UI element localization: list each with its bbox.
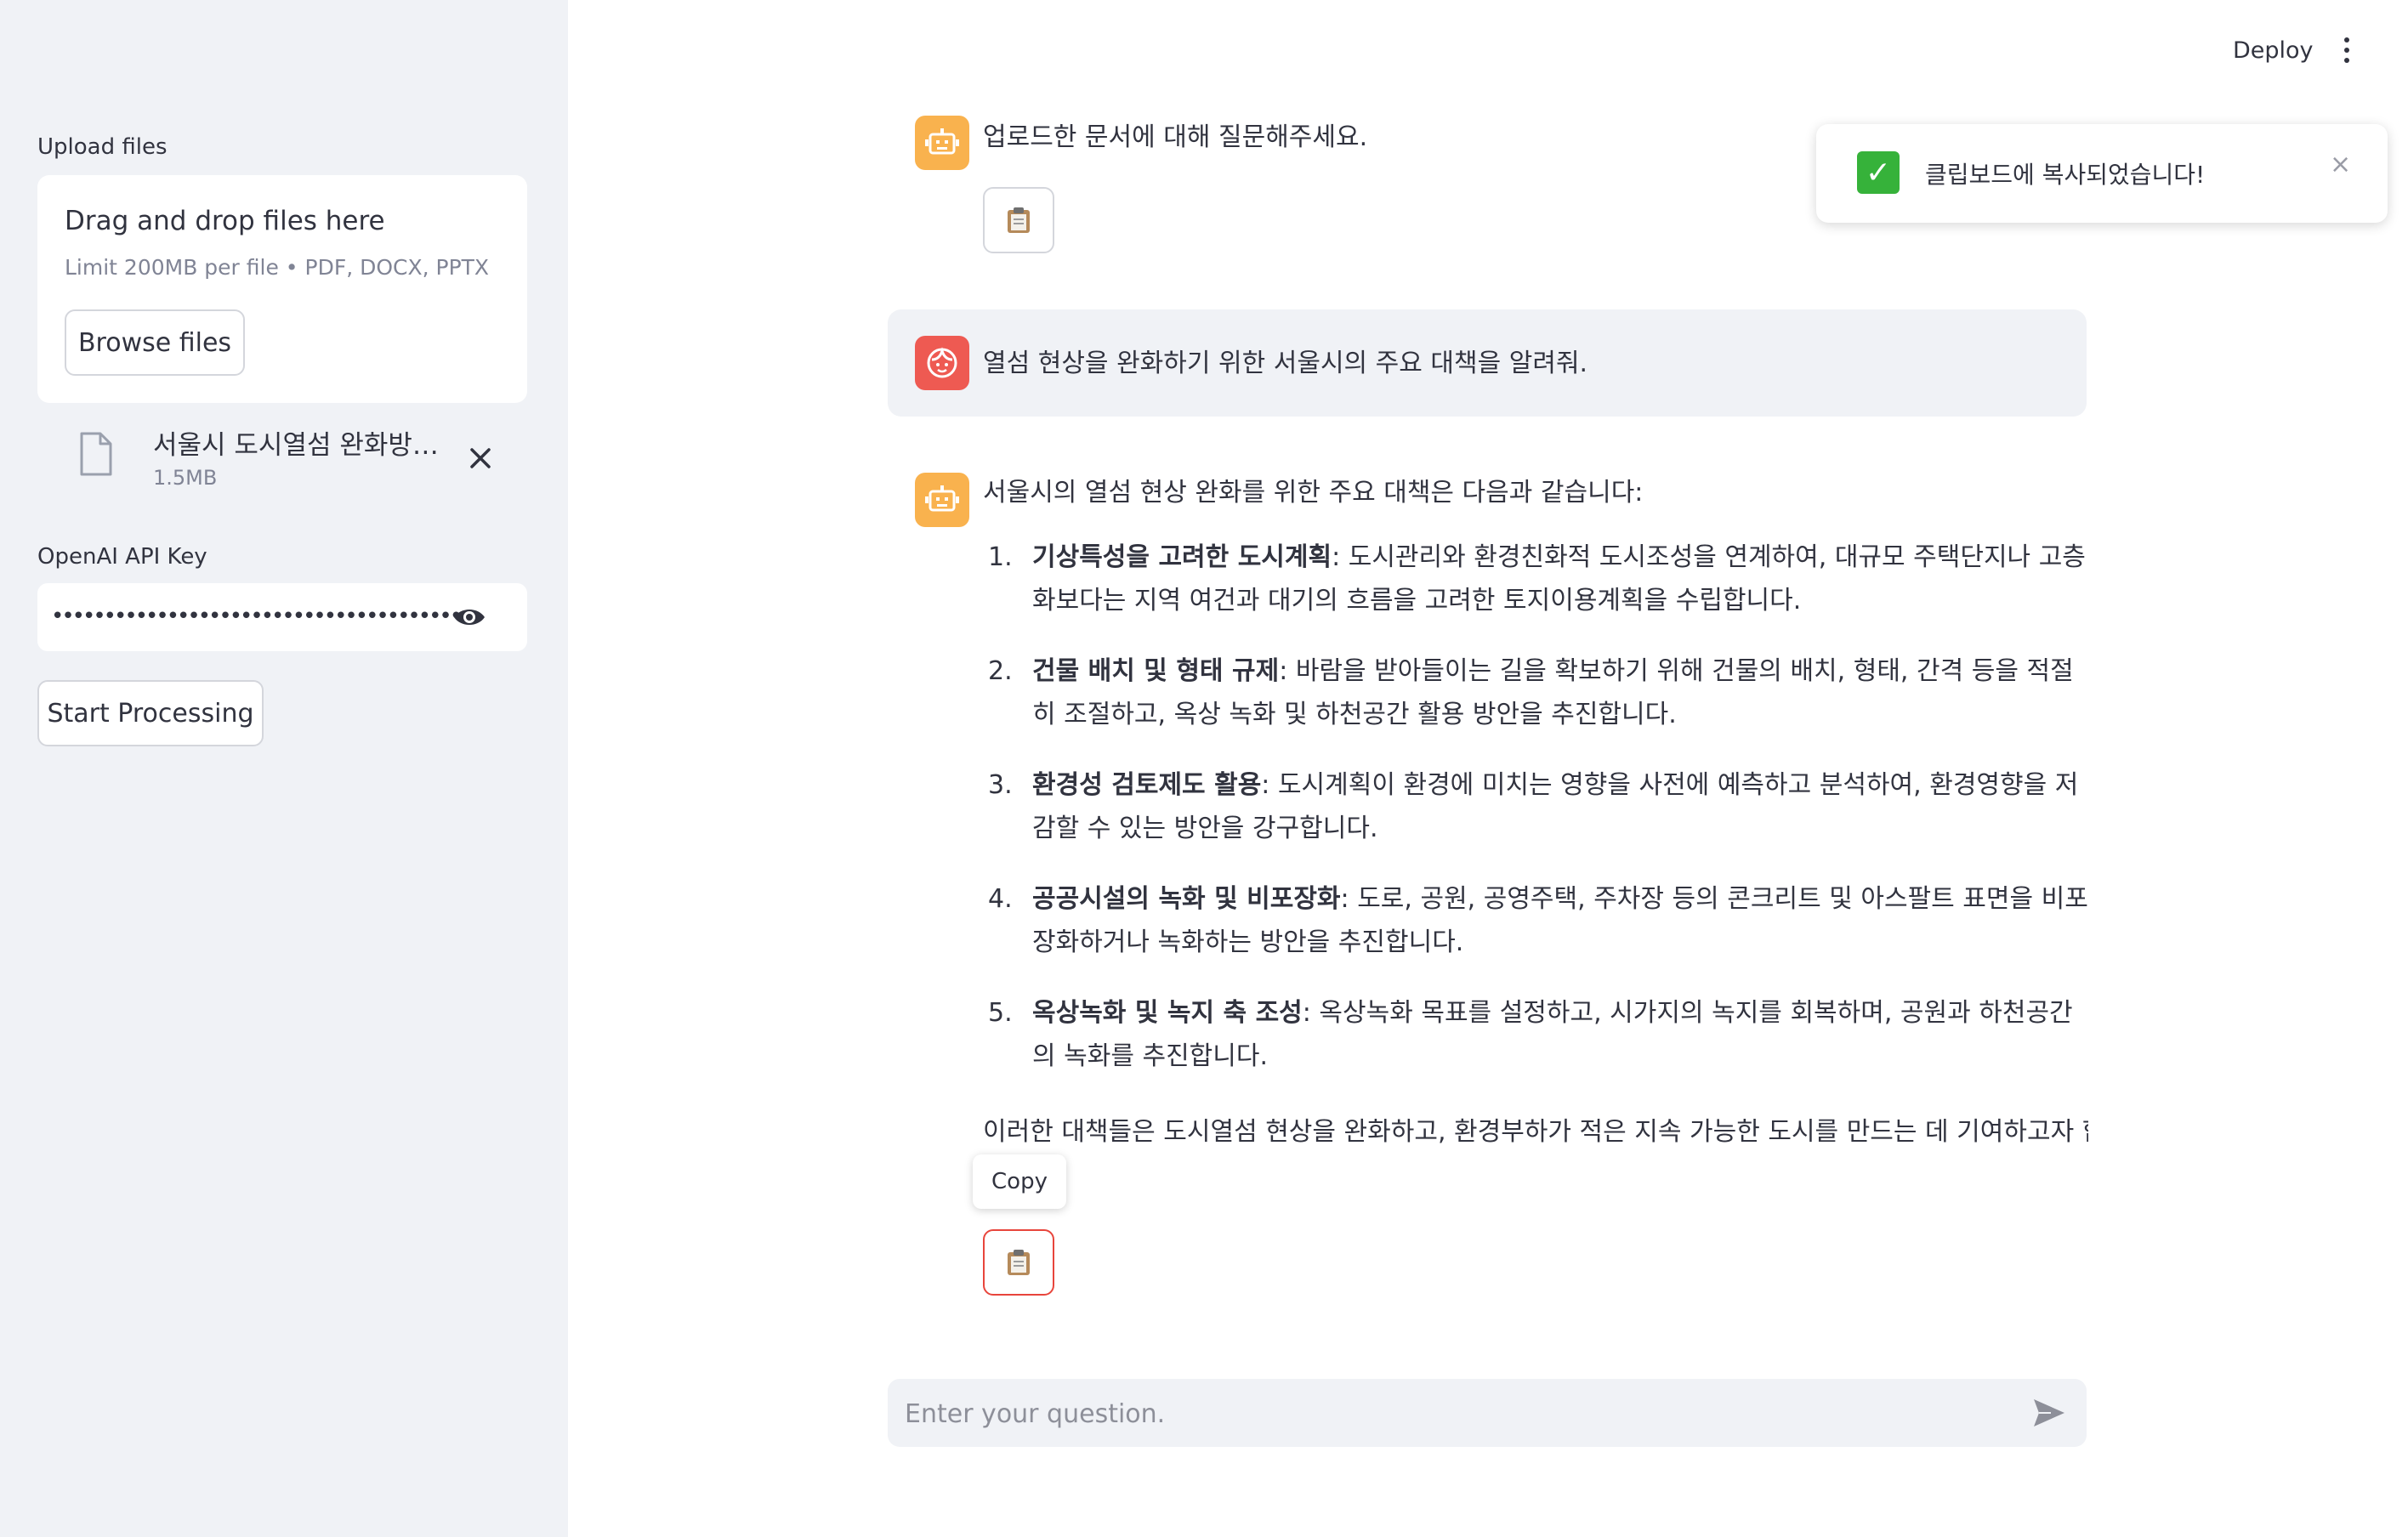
question-input[interactable]	[903, 1387, 2012, 1440]
check-mark-icon: ✓	[1857, 151, 1900, 194]
file-icon	[80, 432, 112, 476]
file-size: 1.5MB	[153, 466, 218, 490]
user-avatar-icon	[915, 336, 969, 390]
toast-message: 클립보드에 복사되었습니다!	[1925, 161, 2206, 189]
answer-intro: 서울시의 열섬 현상 완화를 위한 주요 대책은 다음과 같습니다:	[983, 478, 1644, 508]
start-processing-button[interactable]: Start Processing	[37, 680, 264, 746]
answer-conclusion: 이러한 대책들은 도시열섬 현상을 완화하고, 환경부하가 적은 지속 가능한 …	[983, 1117, 2088, 1147]
dropzone-limit: Limit 200MB per file • PDF, DOCX, PPTX	[65, 255, 490, 280]
clipboard-icon	[1008, 1250, 1030, 1275]
chat-input-container	[888, 1379, 2087, 1447]
file-dropzone[interactable]: Drag and drop files here Limit 200MB per…	[37, 175, 527, 403]
file-name: 서울시 도시열섬 완화방안.…	[153, 430, 459, 461]
copy-button-active[interactable]	[983, 1229, 1054, 1296]
api-key-label: OpenAI API Key	[37, 544, 207, 570]
api-key-input[interactable]: ••••••••••••••••••••••••••••••••••••••••…	[37, 583, 527, 651]
send-icon[interactable]	[2032, 1398, 2066, 1428]
greeting-message: 업로드한 문서에 대해 질문해주세요.	[983, 122, 1368, 152]
list-item: 1. 기상특성을 고려한 도시계획: 도시관리와 환경친화적 도시조성을 연계하여…	[988, 542, 2086, 615]
browse-files-button[interactable]: Browse files	[65, 309, 245, 376]
main-menu-icon[interactable]	[2338, 37, 2355, 68]
deploy-button[interactable]: Deploy	[2233, 37, 2314, 64]
copy-tooltip: Copy	[973, 1154, 1066, 1209]
copied-toast: ✓ 클립보드에 복사되었습니다! ×	[1816, 124, 2388, 223]
api-key-value: ••••••••••••••••••••••••••••••••••••••••…	[51, 604, 464, 629]
remove-file-icon[interactable]	[469, 447, 491, 469]
answer-list: 1. 기상특성을 고려한 도시계획: 도시관리와 환경친화적 도시조성을 연계하여…	[969, 536, 2092, 1105]
close-icon[interactable]: ×	[2330, 150, 2351, 179]
bot-avatar-icon	[915, 116, 969, 170]
clipboard-icon	[1008, 207, 1030, 233]
bot-avatar-icon	[915, 473, 969, 527]
list-item: 2. 건물 배치 및 형태 규제: 바람을 받아들이는 길을 확보하기 위해 건물…	[988, 656, 2074, 729]
sidebar: Upload files Drag and drop files here Li…	[0, 0, 568, 1537]
list-item: 4. 공공시설의 녹화 및 비포장화: 도로, 공원, 공영주택, 주차장 등의 …	[988, 884, 2088, 957]
user-question: 열섬 현상을 완화하기 위한 서울시의 주요 대책을 알려줘.	[983, 349, 1588, 378]
list-item: 5. 옥상녹화 및 녹지 축 조성: 옥상녹화 목표를 설정하고, 시가지의 녹지…	[988, 998, 2073, 1071]
eye-icon[interactable]	[452, 605, 486, 629]
uploaded-file: 서울시 도시열섬 완화방안.… 1.5MB	[37, 417, 527, 502]
copy-button[interactable]	[983, 187, 1054, 253]
upload-label: Upload files	[37, 134, 168, 160]
dropzone-title: Drag and drop files here	[65, 206, 385, 236]
list-item: 3. 환경성 검토제도 활용: 도시계획이 환경에 미치는 영향을 사전에 예측하…	[988, 770, 2079, 843]
